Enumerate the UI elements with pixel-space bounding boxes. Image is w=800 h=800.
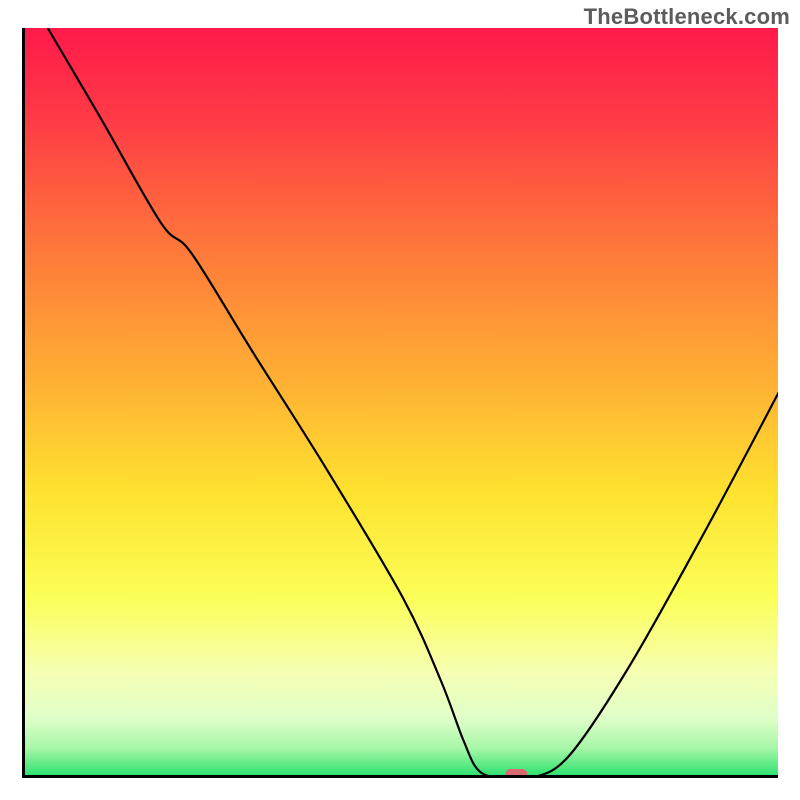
chart-frame: TheBottleneck.com [0,0,800,800]
minimum-marker [505,769,527,778]
gradient-background [25,28,778,778]
chart-svg [25,28,778,778]
watermark-text: TheBottleneck.com [584,4,790,30]
plot-area [22,28,778,778]
